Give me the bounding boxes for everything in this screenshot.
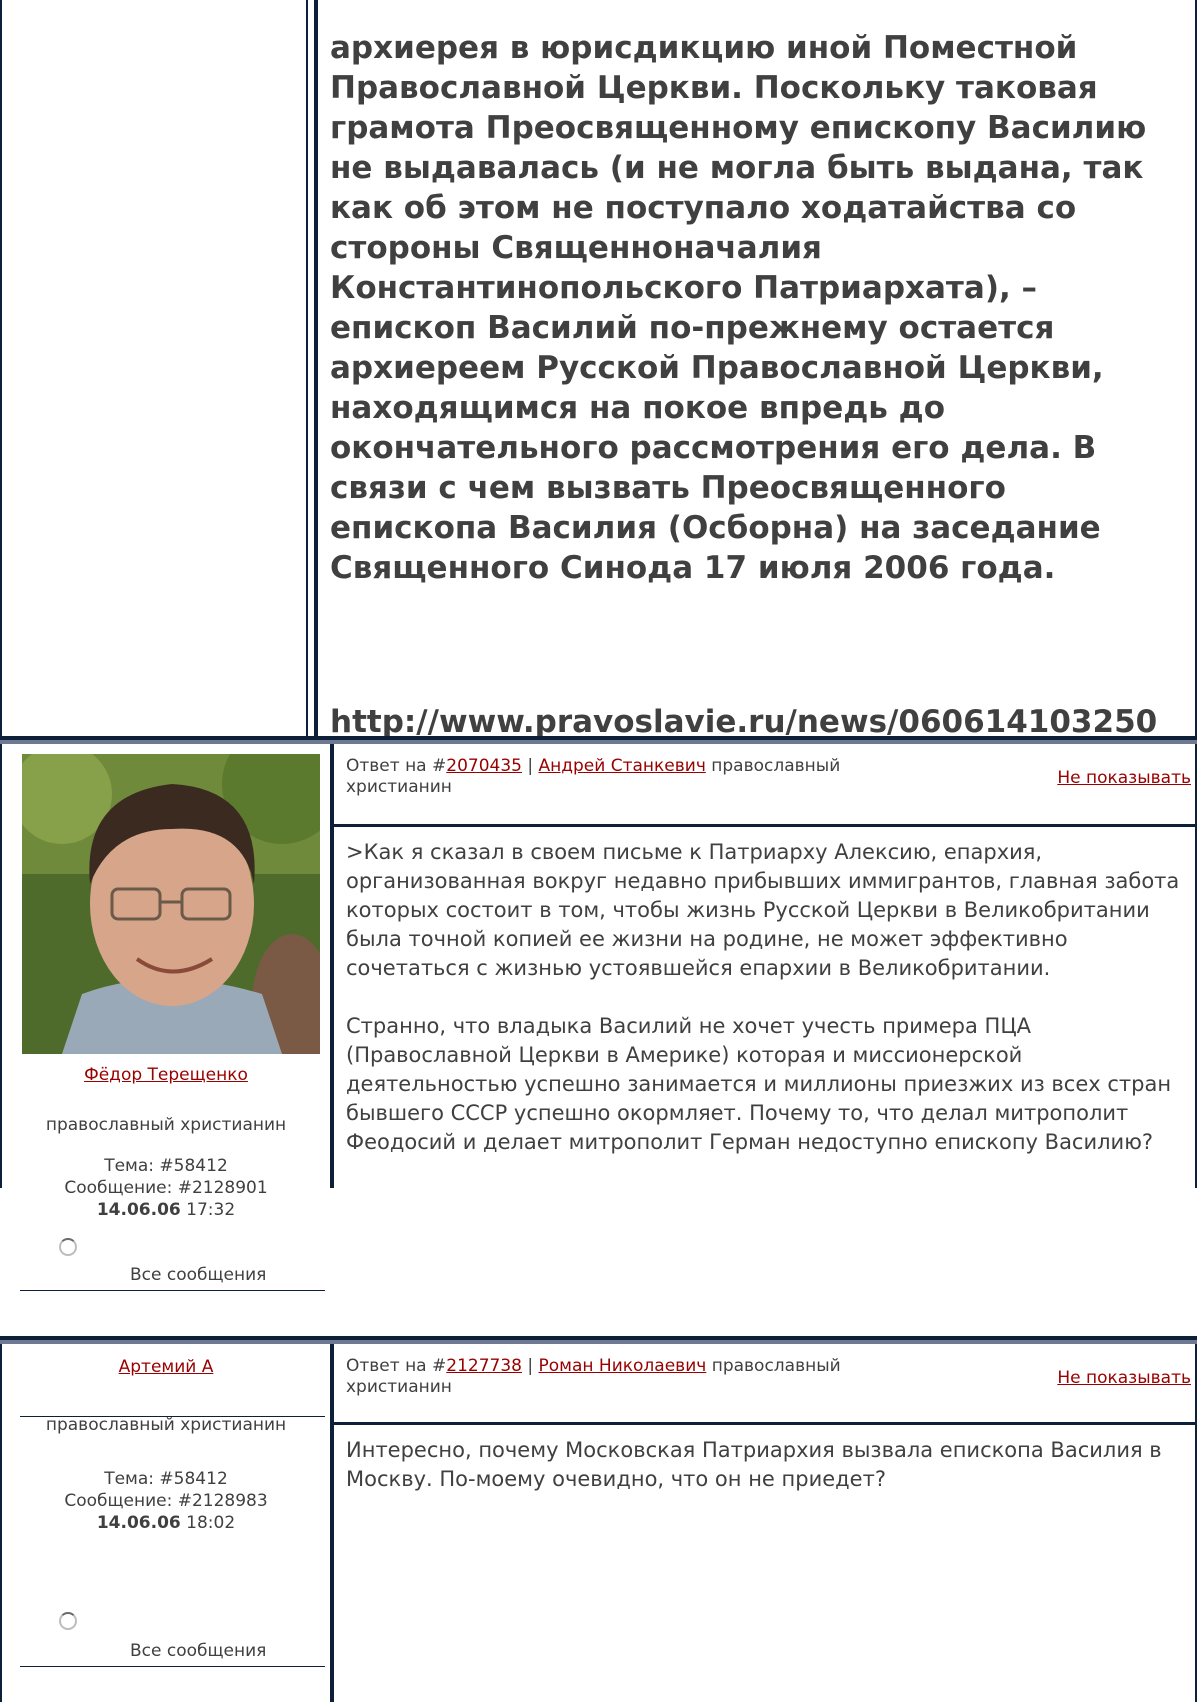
top-post-text: архиерея в юрисдикцию иной Поместной Пра…: [330, 30, 1147, 586]
author-status: православный христианин: [45, 1415, 287, 1435]
topic-label: Тема: #58412: [104, 1156, 228, 1176]
post-date: 14.06.06: [96, 1200, 181, 1220]
message-label: Сообщение: #2128983: [64, 1491, 268, 1511]
spinner-icon: [59, 1612, 77, 1630]
post-datetime: 14.06.06 18:02: [2, 1512, 330, 1534]
reply-separator: |: [521, 1356, 539, 1376]
reply-author-link[interactable]: Роман Николаевич: [539, 1356, 707, 1376]
post-header-divider: [334, 1422, 1195, 1425]
avatar-photo-icon: [22, 754, 320, 1054]
avatar[interactable]: [22, 754, 320, 1054]
post-content-column: Ответ на #2070435 | Андрей Станкевич пра…: [330, 744, 1197, 1188]
top-post-author-column: [0, 0, 308, 738]
hide-button[interactable]: Не показывать: [1057, 768, 1191, 788]
reply-to-link[interactable]: 2127738: [446, 1356, 522, 1376]
reply-prefix: Ответ на #: [346, 1356, 447, 1376]
message-body: Интересно, почему Московская Патриархия …: [346, 1436, 1187, 1523]
reply-separator: |: [521, 756, 539, 776]
all-messages-link[interactable]: Все сообщения: [130, 1265, 266, 1285]
all-messages-link[interactable]: Все сообщения: [130, 1641, 266, 1661]
message-paragraph: Интересно, почему Московская Патриархия …: [346, 1438, 1162, 1491]
reply-header: Ответ на #2070435 | Андрей Станкевич пра…: [346, 756, 906, 798]
author-column-rule: [20, 1290, 325, 1291]
author-column-rule: [20, 1666, 325, 1667]
author-name-link[interactable]: Фёдор Терещенко: [84, 1065, 248, 1085]
spinner-icon: [59, 1238, 77, 1256]
post-header-divider: [334, 824, 1195, 827]
post-date: 14.06.06: [96, 1513, 181, 1533]
post-2128901: Фёдор Терещенко православный христианин …: [0, 744, 1197, 1188]
post-content-column: Ответ на #2127738 | Роман Николаевич пра…: [330, 1344, 1197, 1702]
message-paragraph: >Как я сказал в своем письме к Патриарху…: [346, 840, 1180, 980]
post-meta: Тема: #58412 Сообщение: #2128983 14.06.0…: [2, 1468, 330, 1534]
post-author-column: Фёдор Терещенко православный христианин: [0, 744, 330, 1188]
post-datetime: 14.06.06 17:32: [2, 1199, 330, 1221]
reply-to-link[interactable]: 2070435: [446, 756, 522, 776]
hide-button[interactable]: Не показывать: [1057, 1368, 1191, 1388]
author-column-rule: [20, 1416, 325, 1417]
post-time: 18:02: [186, 1513, 236, 1533]
message-body: >Как я сказал в своем письме к Патриарху…: [346, 838, 1187, 1186]
reply-header: Ответ на #2127738 | Роман Николаевич пра…: [346, 1356, 906, 1398]
message-label: Сообщение: #2128901: [64, 1178, 268, 1198]
post-time: 17:32: [186, 1200, 236, 1220]
author-name-link[interactable]: Артемий А: [119, 1357, 214, 1377]
reply-prefix: Ответ на #: [346, 756, 447, 776]
message-paragraph: Странно, что владыка Василий не хочет уч…: [346, 1014, 1172, 1154]
top-post-body: архиерея в юрисдикцию иной Поместной Пра…: [314, 0, 1197, 740]
post-meta: Тема: #58412 Сообщение: #2128901 14.06.0…: [2, 1155, 330, 1221]
reply-author-link[interactable]: Андрей Станкевич: [539, 756, 706, 776]
topic-label: Тема: #58412: [104, 1469, 228, 1489]
author-status: православный христианин: [45, 1115, 287, 1135]
